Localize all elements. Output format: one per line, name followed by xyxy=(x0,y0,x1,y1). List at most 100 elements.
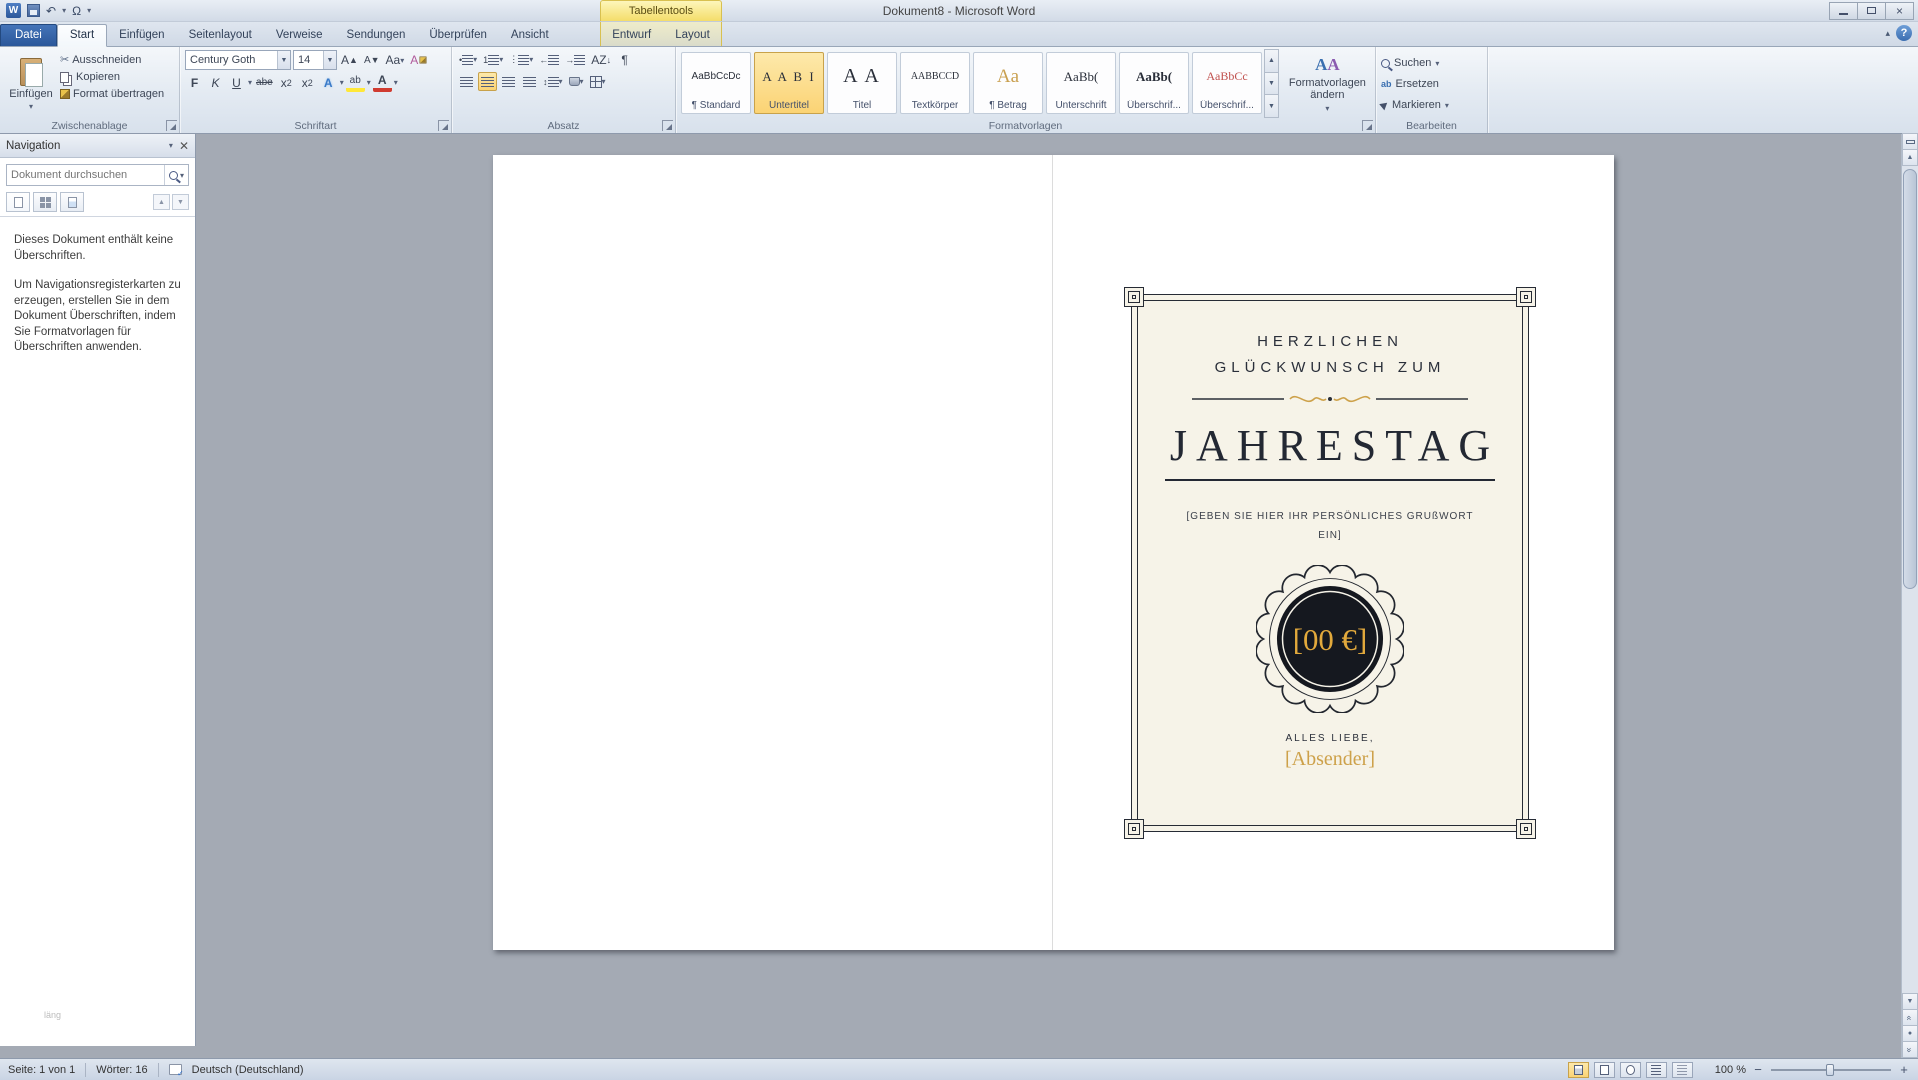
show-paragraph-marks-button[interactable]: ¶ xyxy=(615,50,634,69)
tab-sendungen[interactable]: Sendungen xyxy=(335,25,418,46)
font-size-dropdown-icon[interactable]: ▼ xyxy=(323,51,336,69)
align-left-button[interactable] xyxy=(457,72,476,91)
tab-verweise[interactable]: Verweise xyxy=(264,25,335,46)
style-item-titel[interactable]: A A Titel xyxy=(827,52,897,114)
page-indicator[interactable]: Seite: 1 von 1 xyxy=(8,1064,75,1076)
change-case-button[interactable]: Aa ▾ xyxy=(384,51,407,70)
search-button[interactable]: ▾ xyxy=(164,165,188,185)
styles-expand-gallery-icon[interactable]: ▼ xyxy=(1264,94,1279,119)
paste-dropdown-icon[interactable]: ▾ xyxy=(29,102,33,111)
ruler-toggle-icon[interactable] xyxy=(1902,133,1918,150)
justify-button[interactable] xyxy=(520,72,539,91)
font-name-combobox[interactable]: Century Goth ▼ xyxy=(185,50,291,70)
scroll-up-icon[interactable]: ▲ xyxy=(1902,149,1918,166)
clear-formatting-button[interactable]: A xyxy=(408,51,430,70)
spellcheck-icon[interactable] xyxy=(168,1064,184,1078)
underline-button[interactable]: U xyxy=(227,73,246,92)
word-logo-icon[interactable]: W xyxy=(6,3,21,18)
find-dropdown-icon[interactable]: ▾ xyxy=(1435,59,1439,68)
browse-headings-tab[interactable] xyxy=(6,192,30,212)
shading-button[interactable]: ▾ xyxy=(567,72,586,91)
underline-dropdown-icon[interactable]: ▾ xyxy=(248,78,252,87)
styles-dialog-launcher-icon[interactable] xyxy=(1362,120,1373,131)
style-item-betrag[interactable]: Aa ¶ Betrag xyxy=(973,52,1043,114)
web-layout-view-button[interactable] xyxy=(1619,1061,1641,1078)
style-item-ueberschrift1[interactable]: AaBb( Überschrif... xyxy=(1119,52,1189,114)
qat-customize-icon[interactable]: ▾ xyxy=(87,6,91,15)
superscript-button[interactable]: x2 xyxy=(298,73,317,92)
decrease-indent-button[interactable]: ← xyxy=(537,50,561,69)
styles-scroll-down-icon[interactable]: ▼ xyxy=(1264,71,1279,96)
minimize-ribbon-icon[interactable]: ▴ xyxy=(1885,28,1890,39)
tab-seitenlayout[interactable]: Seitenlayout xyxy=(177,25,264,46)
previous-page-icon[interactable]: « xyxy=(1902,1009,1918,1026)
browse-pages-tab[interactable] xyxy=(33,192,57,212)
font-dialog-launcher-icon[interactable] xyxy=(438,120,449,131)
highlight-dropdown-icon[interactable]: ▾ xyxy=(367,78,371,87)
greeting-placeholder[interactable]: [GEBEN SIE HIER IHR PERSÖNLICHES GRUßWOR… xyxy=(1180,507,1480,545)
card-title[interactable]: JAHRESTAG xyxy=(1161,420,1499,471)
select-button[interactable]: Markieren ▾ xyxy=(1379,96,1449,114)
language-indicator[interactable]: Deutsch (Deutschland) xyxy=(192,1064,304,1076)
font-size-combobox[interactable]: 14 ▼ xyxy=(293,50,337,70)
scrollbar-thumb[interactable] xyxy=(1903,169,1917,589)
styles-scroll-up-icon[interactable]: ▲ xyxy=(1264,49,1279,73)
tab-start[interactable]: Start xyxy=(56,24,108,47)
align-right-button[interactable] xyxy=(499,72,518,91)
grow-font-button[interactable]: A ▲ xyxy=(339,51,360,70)
scroll-down-icon[interactable]: ▼ xyxy=(1902,993,1918,1010)
style-item-ueberschrift2[interactable]: AaBbCc Überschrif... xyxy=(1192,52,1262,114)
tab-einfuegen[interactable]: Einfügen xyxy=(107,25,176,46)
align-center-button[interactable] xyxy=(478,72,497,91)
scrollbar-track[interactable] xyxy=(1902,166,1918,994)
minimize-button[interactable] xyxy=(1829,1,1858,20)
zoom-level[interactable]: 100 % xyxy=(1715,1064,1746,1076)
browse-results-tab[interactable] xyxy=(60,192,84,212)
numbering-button[interactable]: 1 ▾ xyxy=(481,50,505,69)
maximize-button[interactable] xyxy=(1857,1,1886,20)
tab-layout[interactable]: Layout xyxy=(663,25,722,46)
tab-ueberpruefen[interactable]: Überprüfen xyxy=(417,25,499,46)
amount-seal[interactable]: [00 €] xyxy=(1256,564,1404,713)
fullscreen-reading-view-button[interactable] xyxy=(1593,1061,1615,1078)
zoom-slider-thumb[interactable] xyxy=(1826,1063,1834,1076)
bold-button[interactable]: F xyxy=(185,73,204,92)
style-item-standard[interactable]: AaBbCcDc ¶ Standard xyxy=(681,52,751,114)
subscript-button[interactable]: x2 xyxy=(277,73,296,92)
card-heading[interactable]: HERZLICHEN GLÜCKWUNSCH ZUM xyxy=(1215,329,1446,382)
highlight-button[interactable]: ab xyxy=(345,73,365,92)
select-dropdown-icon[interactable]: ▾ xyxy=(1445,101,1449,110)
replace-button[interactable]: ab Ersetzen xyxy=(1381,75,1449,93)
document-page[interactable]: HERZLICHEN GLÜCKWUNSCH ZUM JAHRESTAG [GE… xyxy=(493,155,1614,950)
format-painter-button[interactable]: Format übertragen xyxy=(57,87,167,101)
clipboard-dialog-launcher-icon[interactable] xyxy=(166,120,177,131)
style-item-untertitel[interactable]: A A B I Untertitel xyxy=(754,52,824,114)
font-color-dropdown-icon[interactable]: ▾ xyxy=(394,78,398,87)
shrink-font-button[interactable]: A ▼ xyxy=(362,51,382,70)
strikethrough-button[interactable]: abe xyxy=(254,73,275,92)
cut-button[interactable]: ✂ Ausschneiden xyxy=(57,52,167,67)
save-icon[interactable] xyxy=(27,4,40,17)
paste-button[interactable]: Einfügen ▾ xyxy=(5,50,57,118)
next-result-icon[interactable]: ▼ xyxy=(172,194,189,210)
text-effects-dropdown-icon[interactable]: ▾ xyxy=(340,78,344,87)
greeting-card[interactable]: HERZLICHEN GLÜCKWUNSCH ZUM JAHRESTAG [GE… xyxy=(1124,287,1536,839)
tab-datei[interactable]: Datei xyxy=(0,24,57,46)
undo-icon[interactable]: ↶ xyxy=(46,4,56,18)
next-page-icon[interactable]: » xyxy=(1902,1041,1918,1058)
paragraph-dialog-launcher-icon[interactable] xyxy=(662,120,673,131)
navigation-options-icon[interactable]: ▾ xyxy=(169,141,173,150)
navigation-close-icon[interactable]: ✕ xyxy=(179,139,189,153)
document-area[interactable]: HERZLICHEN GLÜCKWUNSCH ZUM JAHRESTAG [GE… xyxy=(196,134,1901,1058)
zoom-slider[interactable] xyxy=(1771,1063,1891,1076)
text-effects-button[interactable]: A xyxy=(319,73,338,92)
find-button[interactable]: Suchen ▾ xyxy=(1381,54,1449,72)
italic-button[interactable]: K xyxy=(206,73,225,92)
line-spacing-button[interactable]: ↕ ▾ xyxy=(541,72,565,91)
copy-button[interactable]: Kopieren xyxy=(57,70,167,84)
browse-object-icon[interactable]: ● xyxy=(1902,1025,1918,1042)
increase-indent-button[interactable]: → xyxy=(563,50,587,69)
undo-dropdown-icon[interactable]: ▾ xyxy=(62,6,66,15)
font-name-dropdown-icon[interactable]: ▼ xyxy=(277,51,290,69)
word-count[interactable]: Wörter: 16 xyxy=(96,1064,147,1076)
